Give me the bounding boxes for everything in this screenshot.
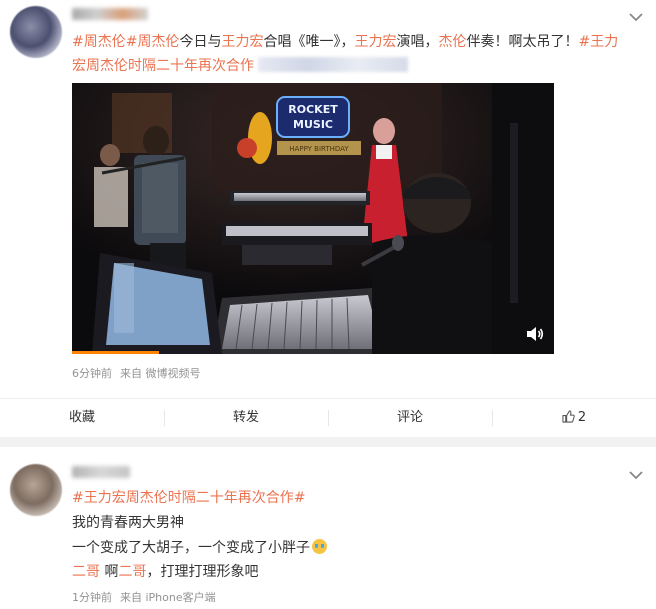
- post-source[interactable]: 来自 微博视频号: [120, 367, 201, 380]
- video-player[interactable]: ROCKET MUSIC HAPPY BIRTHDAY: [72, 83, 554, 354]
- reply-meta: 1分钟前 来自 iPhone客户端: [72, 589, 216, 605]
- reply-topic-tag[interactable]: #王力宏周杰伦时隔二十年再次合作#: [72, 488, 305, 508]
- blurred-text: [258, 57, 408, 72]
- sign-text-music: MUSIC: [293, 118, 333, 131]
- reply-line-2: 一个变成了大胡子，一个变成了小胖子: [72, 538, 327, 558]
- reply-source[interactable]: 来自 iPhone客户端: [120, 591, 216, 604]
- avatar[interactable]: [10, 6, 62, 58]
- post-tag[interactable]: #周杰伦: [72, 34, 126, 50]
- repost-label: 转发: [232, 410, 259, 425]
- avatar[interactable]: [10, 464, 62, 516]
- like-count: 2: [577, 410, 587, 425]
- comment-label: 评论: [396, 410, 423, 425]
- volume-icon[interactable]: [526, 326, 544, 342]
- chevron-down-icon[interactable]: [628, 469, 644, 481]
- favorite-button[interactable]: 收藏: [0, 399, 164, 437]
- like-icon: [562, 410, 575, 423]
- chevron-down-icon[interactable]: [628, 11, 644, 23]
- post-text-segment: 今日与: [179, 34, 222, 50]
- post-card: #周杰伦#周杰伦今日与王力宏合唱《唯一》，王力宏演唱，杰伦伴奏！啊太吊了！#王力…: [0, 0, 656, 437]
- video-progress-bar[interactable]: [72, 351, 159, 354]
- reply-text-segment: 啊: [100, 564, 119, 580]
- post-text-segment: 伴奏！啊太吊了！: [466, 34, 579, 50]
- reply-time[interactable]: 1分钟前: [72, 591, 112, 604]
- post-text: #周杰伦#周杰伦今日与王力宏合唱《唯一》，王力宏演唱，杰伦伴奏！啊太吊了！#王力…: [72, 30, 632, 78]
- reply-keyword[interactable]: 二哥: [72, 564, 100, 580]
- post-time[interactable]: 6分钟前: [72, 367, 112, 380]
- comment-button[interactable]: 评论: [328, 399, 492, 437]
- action-bar: 收藏 转发 评论 2: [0, 398, 656, 436]
- mention-link[interactable]: 杰伦: [438, 34, 466, 50]
- card-separator: [0, 437, 656, 447]
- repost-button[interactable]: 转发: [164, 399, 328, 437]
- post-meta: 6分钟前 来自 微博视频号: [72, 365, 201, 381]
- username-blurred[interactable]: [72, 466, 130, 478]
- favorite-label: 收藏: [68, 410, 95, 425]
- like-button[interactable]: 2: [492, 399, 656, 437]
- post-tag[interactable]: #周杰伦: [126, 34, 180, 50]
- post-text-segment: 演唱，: [396, 34, 439, 50]
- banner-text: HAPPY BIRTHDAY: [289, 145, 349, 153]
- username-blurred[interactable]: [72, 8, 148, 20]
- post-text-segment: 合唱《唯一》，: [263, 34, 355, 50]
- reply-line-2-text: 一个变成了大胡子，一个变成了小胖子: [72, 540, 310, 556]
- reply-line-1: 我的青春两大男神: [72, 515, 184, 531]
- mention-link[interactable]: 王力宏: [221, 34, 263, 50]
- reply-keyword[interactable]: 二哥: [118, 564, 146, 580]
- video-frame: ROCKET MUSIC HAPPY BIRTHDAY: [72, 83, 554, 354]
- crying-emoji-icon: [312, 539, 327, 554]
- reply-line-3: 二哥 啊二哥，打理打理形象吧: [72, 562, 258, 582]
- mention-link[interactable]: 王力宏: [354, 34, 396, 50]
- rocket-music-sign: ROCKET MUSIC: [276, 96, 350, 138]
- reply-text-segment: ，打理打理形象吧: [146, 564, 259, 580]
- sign-text-rocket: ROCKET: [288, 103, 338, 116]
